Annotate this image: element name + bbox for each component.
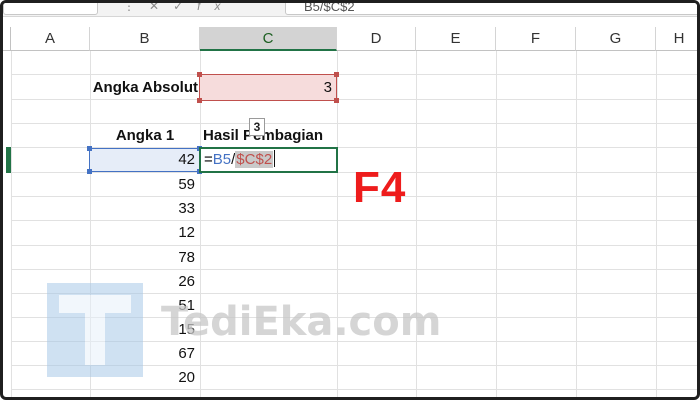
watermark-logo-stem — [85, 313, 105, 365]
cell-c5-editing[interactable]: =B5/$C$2 — [199, 147, 338, 173]
cell-b7[interactable]: 33 — [90, 197, 200, 221]
grid-line — [11, 51, 12, 397]
column-header-h[interactable]: H — [656, 27, 697, 51]
column-header-a[interactable]: A — [11, 27, 90, 51]
grid-line — [11, 74, 697, 75]
grid-line — [200, 51, 201, 397]
grid-line — [416, 51, 417, 397]
grid-line — [496, 51, 497, 397]
cell-b9[interactable]: 78 — [90, 246, 200, 270]
column-header-g[interactable]: G — [576, 27, 656, 51]
cell-b6[interactable]: 59 — [90, 173, 200, 197]
name-box[interactable] — [3, 3, 98, 15]
formula-bar-icons: ⋮✕✓fx — [123, 3, 273, 15]
hotkey-label: F4 — [353, 163, 407, 212]
cell-b8[interactable]: 12 — [90, 221, 200, 245]
formula-ref-c2-absolute: $C$2 — [235, 151, 274, 168]
column-header-f[interactable]: F — [496, 27, 576, 51]
watermark-logo — [47, 283, 143, 377]
fx-icon[interactable]: fx — [197, 3, 234, 13]
column-header-c[interactable]: C — [200, 27, 337, 51]
cancel-icon[interactable]: ✕ — [149, 3, 173, 13]
column-header-b[interactable]: B — [90, 27, 200, 51]
watermark-logo-bar — [59, 295, 131, 313]
cell-c2-value: 3 — [323, 79, 332, 96]
spreadsheet-window: ⋮✕✓fx B5/$C$2 A B C D E F G H 3 Angka Ab… — [0, 0, 700, 400]
grid-line — [337, 51, 338, 397]
cell-b5[interactable]: 42 — [90, 148, 200, 172]
value-tooltip: 3 — [249, 118, 265, 136]
formula-bar: ⋮✕✓fx B5/$C$2 — [3, 3, 697, 17]
confirm-icon[interactable]: ✓ — [173, 3, 197, 13]
grid-line — [576, 51, 577, 397]
active-row-marker — [6, 147, 11, 173]
watermark-text: TediEka.com — [161, 299, 442, 345]
formula-ref-b5: B5 — [212, 151, 232, 168]
cell-c4-header: Hasil Pembagian — [203, 127, 324, 144]
grid-line — [656, 51, 657, 397]
formula-input[interactable]: B5/$C$2 — [285, 3, 697, 15]
select-all-corner[interactable] — [3, 27, 11, 51]
cell-b2-label: Angka Absolut — [92, 79, 198, 96]
column-header-d[interactable]: D — [337, 27, 416, 51]
text-caret — [274, 150, 276, 167]
column-header-e[interactable]: E — [416, 27, 496, 51]
cell-b4-header: Angka 1 — [115, 127, 175, 144]
more-icon[interactable]: ⋮ — [123, 3, 149, 13]
formula-equals: = — [204, 151, 213, 168]
